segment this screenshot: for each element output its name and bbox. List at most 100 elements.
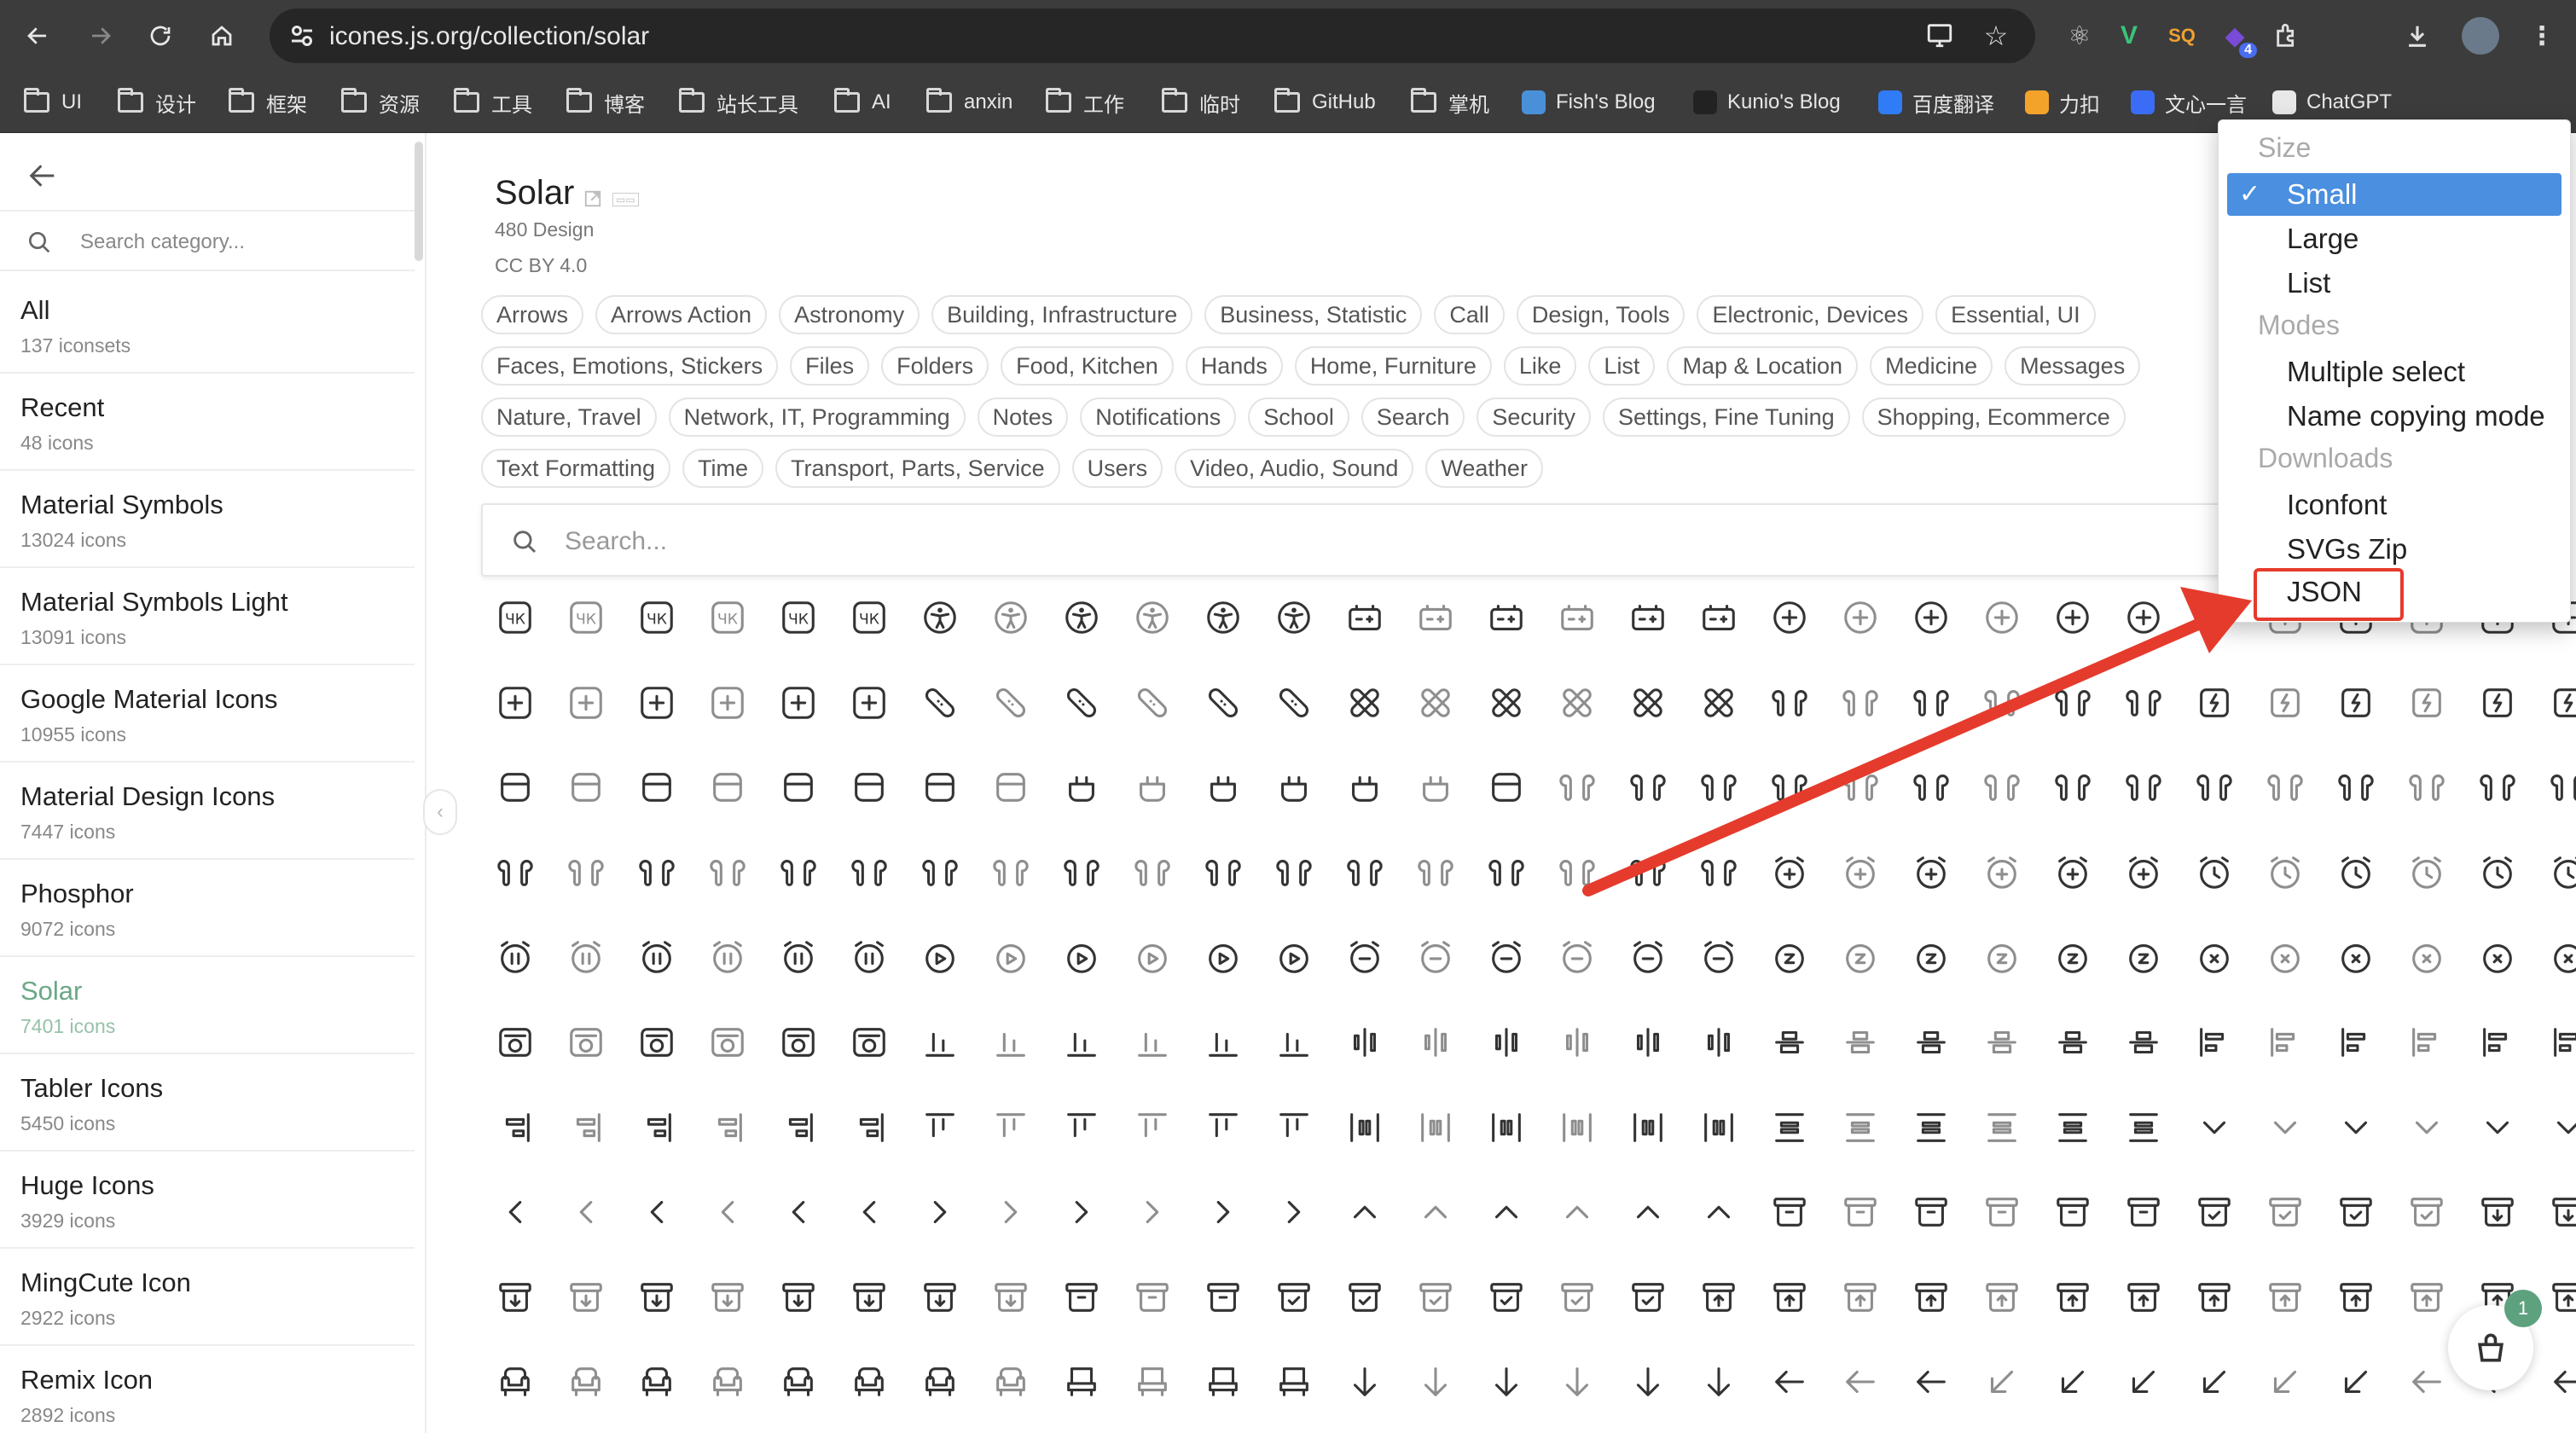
alarm-sleep-icon[interactable] bbox=[2049, 933, 2097, 981]
archive-up-icon[interactable] bbox=[1836, 1273, 1884, 1321]
case-icon[interactable] bbox=[845, 763, 893, 811]
airpods-icon[interactable] bbox=[845, 849, 893, 896]
add-square-icon[interactable] bbox=[845, 679, 893, 727]
armchair-icon[interactable] bbox=[987, 1358, 1035, 1406]
ck-icon[interactable]: ЧК bbox=[704, 594, 751, 641]
album-icon[interactable] bbox=[775, 1018, 822, 1066]
alarm-add-icon[interactable] bbox=[2120, 849, 2167, 896]
vue-devtools-icon[interactable]: V bbox=[2112, 19, 2146, 53]
arrow-left-icon[interactable] bbox=[1836, 1358, 1884, 1406]
category-tag[interactable]: Arrows bbox=[481, 295, 584, 334]
alarm-play-icon[interactable] bbox=[916, 933, 964, 981]
arrow-left-icon[interactable] bbox=[1766, 1358, 1813, 1406]
archive-up-icon[interactable] bbox=[1907, 1273, 1955, 1321]
align-h-center-icon[interactable] bbox=[1624, 1018, 1672, 1066]
arrow-down-icon[interactable] bbox=[1482, 1358, 1530, 1406]
category-tag[interactable]: Business, Statistic bbox=[1204, 295, 1423, 334]
album-icon[interactable] bbox=[845, 1018, 893, 1066]
alarm-add-icon[interactable] bbox=[1766, 849, 1813, 896]
star-bookmark-icon[interactable]: ☆ bbox=[1981, 20, 2011, 51]
airpod-case-icon[interactable] bbox=[1412, 763, 1459, 811]
bandage-icon[interactable] bbox=[1128, 679, 1176, 727]
bookmark-3[interactable]: 资源 bbox=[341, 87, 420, 118]
airpods-icon[interactable] bbox=[2049, 763, 2097, 811]
arrow-down-left-icon[interactable] bbox=[2261, 1358, 2309, 1406]
archive-up-icon[interactable] bbox=[1695, 1273, 1743, 1321]
bookmark-15[interactable]: 百度翻译 bbox=[1878, 87, 1994, 118]
menu-item-json[interactable]: JSON bbox=[2227, 571, 2561, 613]
alt-arrow-right-icon[interactable] bbox=[987, 1188, 1035, 1236]
alarm-x-icon[interactable] bbox=[2261, 933, 2309, 981]
case-icon[interactable] bbox=[633, 763, 681, 811]
archive-icon[interactable] bbox=[1978, 1188, 2026, 1236]
airpods-icon[interactable] bbox=[1128, 849, 1176, 896]
collection-item[interactable]: Huge Icons 3929 icons bbox=[0, 1152, 415, 1249]
battery-icon[interactable] bbox=[1482, 594, 1530, 641]
url-text[interactable]: icones.js.org/collection/solar bbox=[329, 22, 649, 51]
align-top-icon[interactable] bbox=[1270, 1104, 1318, 1152]
alarm-x-icon[interactable] bbox=[2332, 933, 2380, 981]
alarm-x-icon[interactable] bbox=[2190, 933, 2238, 981]
airpods-icon[interactable] bbox=[2544, 763, 2576, 811]
icon-search-input[interactable] bbox=[565, 522, 2100, 561]
album-icon[interactable] bbox=[633, 1018, 681, 1066]
archive-check-icon[interactable] bbox=[2403, 1188, 2451, 1236]
airpods-icon[interactable] bbox=[1270, 849, 1318, 896]
archive-up-icon[interactable] bbox=[1978, 1273, 2026, 1321]
menu-item-list[interactable]: List bbox=[2227, 262, 2561, 305]
bandage-x-icon[interactable] bbox=[1412, 679, 1459, 727]
airpods-icon[interactable] bbox=[1766, 679, 1813, 727]
archive-up-icon[interactable] bbox=[2190, 1273, 2238, 1321]
collection-item[interactable]: All 137 iconsets bbox=[0, 276, 415, 374]
align-left-icon[interactable] bbox=[2474, 1018, 2521, 1066]
case-icon[interactable] bbox=[491, 763, 539, 811]
alarm-icon[interactable] bbox=[2403, 849, 2451, 896]
align-bottom-icon[interactable] bbox=[1270, 1018, 1318, 1066]
album-icon[interactable] bbox=[704, 1018, 751, 1066]
battery-icon[interactable] bbox=[1624, 594, 1672, 641]
category-tag[interactable]: Food, Kitchen bbox=[1001, 346, 1174, 386]
archive-check-icon[interactable] bbox=[2261, 1188, 2309, 1236]
alt-arrow-left-icon[interactable] bbox=[633, 1188, 681, 1236]
add-circle-icon[interactable] bbox=[1978, 594, 2026, 641]
align-top-icon[interactable] bbox=[1128, 1104, 1176, 1152]
category-tag[interactable]: Search bbox=[1361, 397, 1465, 437]
airpod-case-icon[interactable] bbox=[1199, 763, 1247, 811]
alt-arrow-right-icon[interactable] bbox=[1058, 1188, 1105, 1236]
airpods-icon[interactable] bbox=[2403, 763, 2451, 811]
arrow-down-left-icon[interactable] bbox=[2332, 1358, 2380, 1406]
archive-icon[interactable] bbox=[1766, 1188, 1813, 1236]
archive-icon[interactable] bbox=[2120, 1188, 2167, 1236]
archive-icon[interactable] bbox=[1128, 1273, 1176, 1321]
align-h-spread-icon[interactable] bbox=[1766, 1104, 1813, 1152]
alarm-play-icon[interactable] bbox=[1058, 933, 1105, 981]
archive-check-icon[interactable] bbox=[1270, 1273, 1318, 1321]
armchair-2-icon[interactable] bbox=[1270, 1358, 1318, 1406]
armchair-2-icon[interactable] bbox=[1128, 1358, 1176, 1406]
add-circle-icon[interactable] bbox=[2120, 594, 2167, 641]
category-tag[interactable]: Transport, Parts, Service bbox=[775, 449, 1060, 488]
airpods-icon[interactable] bbox=[1412, 849, 1459, 896]
align-v-spread-icon[interactable] bbox=[1412, 1104, 1459, 1152]
align-left-icon[interactable] bbox=[2332, 1018, 2380, 1066]
align-right-icon[interactable] bbox=[562, 1104, 610, 1152]
ck-icon[interactable]: ЧК bbox=[845, 594, 893, 641]
airpods-icon[interactable] bbox=[1624, 763, 1672, 811]
align-bottom-icon[interactable] bbox=[1128, 1018, 1176, 1066]
align-h-center-icon[interactable] bbox=[1341, 1018, 1389, 1066]
alarm-pause-icon[interactable] bbox=[491, 933, 539, 981]
align-v-center-icon[interactable] bbox=[2049, 1018, 2097, 1066]
archive-down-icon[interactable] bbox=[775, 1273, 822, 1321]
arrow-down-icon[interactable] bbox=[1624, 1358, 1672, 1406]
airpods-icon[interactable] bbox=[1978, 763, 2026, 811]
armchair-icon[interactable] bbox=[775, 1358, 822, 1406]
align-bottom-icon[interactable] bbox=[916, 1018, 964, 1066]
category-tag[interactable]: Map & Location bbox=[1667, 346, 1859, 386]
airpods-icon[interactable] bbox=[1553, 849, 1601, 896]
alarm-sleep-icon[interactable] bbox=[1907, 933, 1955, 981]
alt-arrow-right-icon[interactable] bbox=[916, 1188, 964, 1236]
bandage-icon[interactable] bbox=[916, 679, 964, 727]
category-tag[interactable]: List bbox=[1588, 346, 1656, 386]
archive-up-icon[interactable] bbox=[1766, 1273, 1813, 1321]
category-tag[interactable]: Hands bbox=[1185, 346, 1283, 386]
